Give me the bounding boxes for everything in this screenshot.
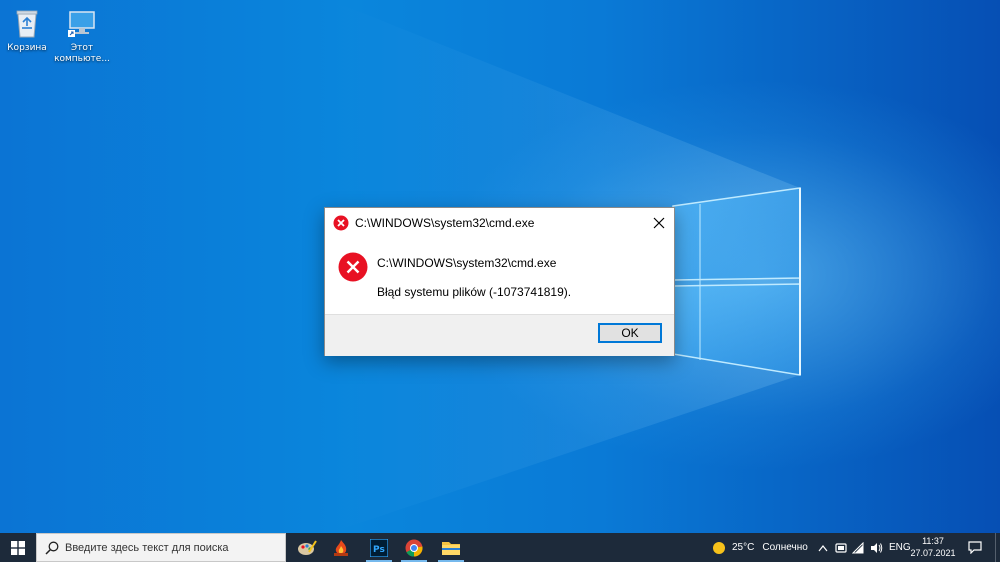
- ok-button[interactable]: OK: [598, 323, 662, 343]
- start-button[interactable]: [0, 533, 36, 562]
- clock-time: 11:37: [922, 536, 944, 546]
- action-center-button[interactable]: [968, 533, 982, 562]
- desktop-icon-label: Этот компьюте...: [54, 43, 110, 64]
- search-placeholder: Введите здесь текст для поиска: [65, 542, 229, 554]
- search-input[interactable]: Введите здесь текст для поиска: [36, 533, 286, 562]
- volume-button[interactable]: [870, 533, 883, 562]
- dialog-title: C:\WINDOWS\system32\cmd.exe: [355, 216, 535, 230]
- weather-temp: 25°C: [732, 542, 755, 553]
- chevron-up-icon: [818, 544, 828, 551]
- network-button[interactable]: [852, 533, 864, 562]
- search-icon: [45, 541, 59, 555]
- fire-app-icon: [334, 539, 348, 556]
- clock-date: 27.07.2021: [910, 548, 956, 558]
- recycle-bin-icon: [10, 6, 44, 40]
- dialog-titlebar[interactable]: C:\WINDOWS\system32\cmd.exe: [325, 208, 674, 238]
- clock[interactable]: 11:37 27.07.2021: [908, 535, 958, 559]
- close-button[interactable]: [644, 208, 674, 238]
- taskbar-app-explorer[interactable]: [434, 533, 468, 562]
- file-explorer-icon: [442, 541, 460, 555]
- taskbar-app-paint[interactable]: [290, 533, 324, 562]
- taskbar-app-photoshop[interactable]: Ps: [362, 533, 396, 562]
- taskbar-app-chrome[interactable]: [397, 533, 431, 562]
- error-dialog: C:\WINDOWS\system32\cmd.exe C:\WINDOWS\s…: [324, 207, 675, 356]
- network-icon: [852, 541, 864, 553]
- volume-icon: [871, 542, 883, 553]
- photoshop-icon: Ps: [370, 538, 388, 557]
- dialog-message-path: C:\WINDOWS\system32\cmd.exe: [377, 256, 557, 270]
- this-pc-icon: [65, 6, 99, 40]
- close-icon: [653, 217, 665, 229]
- weather-condition: Солнечно: [762, 542, 808, 553]
- taskbar: Введите здесь текст для поиска Ps 25°C С…: [0, 533, 1000, 562]
- error-icon: [338, 252, 368, 282]
- desktop-icon-this-pc[interactable]: Этот компьюте...: [47, 6, 117, 65]
- error-icon: [333, 215, 349, 231]
- paint-tool-icon: [298, 539, 317, 555]
- windows-logo-icon: [11, 540, 25, 555]
- weather-widget[interactable]: 25°C Солнечно: [712, 533, 808, 562]
- tray-app-icon: [835, 542, 847, 553]
- taskbar-app-fire[interactable]: [324, 533, 358, 562]
- show-hidden-icons-button[interactable]: [818, 533, 828, 562]
- notification-icon: [968, 541, 982, 554]
- photoshop-icon-text: Ps: [373, 545, 385, 555]
- show-desktop-button[interactable]: [995, 533, 1000, 562]
- dialog-footer: OK: [325, 314, 674, 356]
- tray-app-icon[interactable]: [835, 533, 847, 562]
- chrome-icon: [405, 539, 423, 557]
- sun-icon: [713, 541, 725, 554]
- dialog-message-error: Błąd systemu plików (-1073741819).: [377, 285, 572, 299]
